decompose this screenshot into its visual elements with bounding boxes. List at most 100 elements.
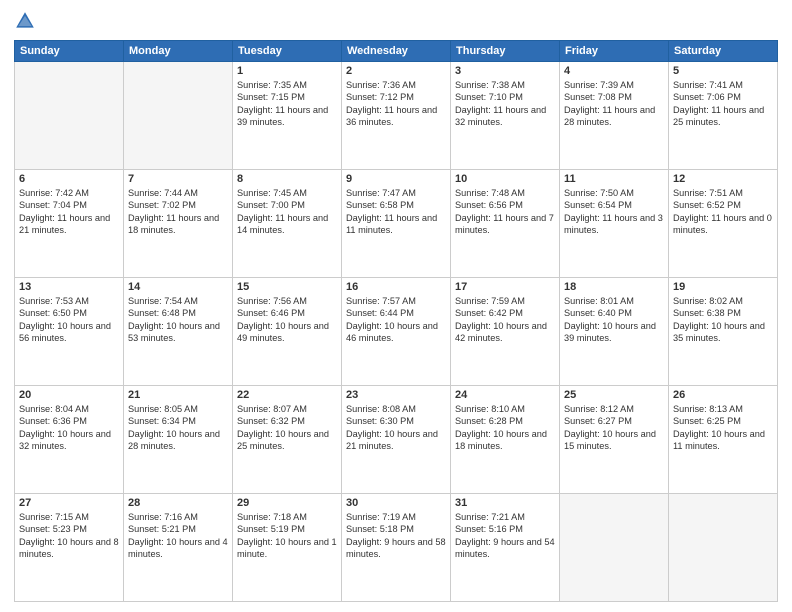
day-number: 23 <box>346 389 446 401</box>
day-info: Sunrise: 8:12 AMSunset: 6:27 PMDaylight:… <box>564 403 664 453</box>
calendar-cell: 16 Sunrise: 7:57 AMSunset: 6:44 PMDayligh… <box>342 278 451 386</box>
day-number: 12 <box>673 173 773 185</box>
header <box>14 10 778 32</box>
day-info: Sunrise: 8:10 AMSunset: 6:28 PMDaylight:… <box>455 403 555 453</box>
day-number: 28 <box>128 497 228 509</box>
day-number: 7 <box>128 173 228 185</box>
weekday-header-sunday: Sunday <box>15 41 124 62</box>
day-info: Sunrise: 7:39 AMSunset: 7:08 PMDaylight:… <box>564 79 664 129</box>
day-info: Sunrise: 7:53 AMSunset: 6:50 PMDaylight:… <box>19 295 119 345</box>
day-info: Sunrise: 7:44 AMSunset: 7:02 PMDaylight:… <box>128 187 228 237</box>
calendar-cell: 11 Sunrise: 7:50 AMSunset: 6:54 PMDayligh… <box>560 170 669 278</box>
calendar-cell: 31 Sunrise: 7:21 AMSunset: 5:16 PMDayligh… <box>451 494 560 602</box>
calendar-cell: 17Sunrise: 7:59 AMSunset: 6:42 PMDayligh… <box>451 278 560 386</box>
calendar-cell: 1 Sunrise: 7:35 AMSunset: 7:15 PMDaylight… <box>233 62 342 170</box>
day-number: 8 <box>237 173 337 185</box>
calendar-cell: 6 Sunrise: 7:42 AMSunset: 7:04 PMDaylight… <box>15 170 124 278</box>
day-number: 18 <box>564 281 664 293</box>
day-info: Sunrise: 7:59 AMSunset: 6:42 PMDaylight:… <box>455 295 555 345</box>
week-row-3: 13 Sunrise: 7:53 AMSunset: 6:50 PMDayligh… <box>15 278 778 386</box>
calendar-cell: 25 Sunrise: 8:12 AMSunset: 6:27 PMDayligh… <box>560 386 669 494</box>
calendar-cell <box>560 494 669 602</box>
week-row-5: 27 Sunrise: 7:15 AMSunset: 5:23 PMDayligh… <box>15 494 778 602</box>
calendar-cell: 28 Sunrise: 7:16 AMSunset: 5:21 PMDayligh… <box>124 494 233 602</box>
day-info: Sunrise: 7:38 AMSunset: 7:10 PMDaylight:… <box>455 79 555 129</box>
day-number: 10 <box>455 173 555 185</box>
calendar-cell: 27 Sunrise: 7:15 AMSunset: 5:23 PMDayligh… <box>15 494 124 602</box>
day-info: Sunrise: 7:19 AMSunset: 5:18 PMDaylight:… <box>346 511 446 561</box>
logo-icon <box>14 10 36 32</box>
day-number: 2 <box>346 65 446 77</box>
calendar-cell: 10 Sunrise: 7:48 AMSunset: 6:56 PMDayligh… <box>451 170 560 278</box>
day-number: 20 <box>19 389 119 401</box>
day-info: Sunrise: 7:54 AMSunset: 6:48 PMDaylight:… <box>128 295 228 345</box>
day-number: 27 <box>19 497 119 509</box>
day-info: Sunrise: 7:41 AMSunset: 7:06 PMDaylight:… <box>673 79 773 129</box>
calendar-cell: 21 Sunrise: 8:05 AMSunset: 6:34 PMDayligh… <box>124 386 233 494</box>
calendar-cell: 5 Sunrise: 7:41 AMSunset: 7:06 PMDaylight… <box>669 62 778 170</box>
calendar-cell: 12Sunrise: 7:51 AMSunset: 6:52 PMDayligh… <box>669 170 778 278</box>
day-number: 22 <box>237 389 337 401</box>
week-row-1: 1 Sunrise: 7:35 AMSunset: 7:15 PMDaylight… <box>15 62 778 170</box>
day-number: 4 <box>564 65 664 77</box>
day-info: Sunrise: 8:01 AMSunset: 6:40 PMDaylight:… <box>564 295 664 345</box>
calendar-cell: 3Sunrise: 7:38 AMSunset: 7:10 PMDaylight… <box>451 62 560 170</box>
day-number: 21 <box>128 389 228 401</box>
weekday-header-monday: Monday <box>124 41 233 62</box>
day-number: 30 <box>346 497 446 509</box>
day-info: Sunrise: 7:35 AMSunset: 7:15 PMDaylight:… <box>237 79 337 129</box>
day-number: 13 <box>19 281 119 293</box>
weekday-header-saturday: Saturday <box>669 41 778 62</box>
calendar-cell: 9 Sunrise: 7:47 AMSunset: 6:58 PMDaylight… <box>342 170 451 278</box>
day-info: Sunrise: 7:47 AMSunset: 6:58 PMDaylight:… <box>346 187 446 237</box>
day-number: 26 <box>673 389 773 401</box>
day-info: Sunrise: 7:15 AMSunset: 5:23 PMDaylight:… <box>19 511 119 561</box>
day-info: Sunrise: 7:56 AMSunset: 6:46 PMDaylight:… <box>237 295 337 345</box>
day-number: 16 <box>346 281 446 293</box>
day-number: 9 <box>346 173 446 185</box>
day-info: Sunrise: 8:08 AMSunset: 6:30 PMDaylight:… <box>346 403 446 453</box>
week-row-4: 20 Sunrise: 8:04 AMSunset: 6:36 PMDayligh… <box>15 386 778 494</box>
day-info: Sunrise: 7:50 AMSunset: 6:54 PMDaylight:… <box>564 187 664 237</box>
calendar-cell <box>669 494 778 602</box>
day-number: 31 <box>455 497 555 509</box>
calendar-cell: 13 Sunrise: 7:53 AMSunset: 6:50 PMDayligh… <box>15 278 124 386</box>
calendar-cell: 22 Sunrise: 8:07 AMSunset: 6:32 PMDayligh… <box>233 386 342 494</box>
day-number: 5 <box>673 65 773 77</box>
day-info: Sunrise: 7:21 AMSunset: 5:16 PMDaylight:… <box>455 511 555 561</box>
calendar-cell: 23 Sunrise: 8:08 AMSunset: 6:30 PMDayligh… <box>342 386 451 494</box>
calendar-cell <box>124 62 233 170</box>
day-info: Sunrise: 7:16 AMSunset: 5:21 PMDaylight:… <box>128 511 228 561</box>
day-info: Sunrise: 7:48 AMSunset: 6:56 PMDaylight:… <box>455 187 555 237</box>
day-info: Sunrise: 8:05 AMSunset: 6:34 PMDaylight:… <box>128 403 228 453</box>
calendar-cell: 18 Sunrise: 8:01 AMSunset: 6:40 PMDayligh… <box>560 278 669 386</box>
calendar-cell: 14 Sunrise: 7:54 AMSunset: 6:48 PMDayligh… <box>124 278 233 386</box>
day-number: 15 <box>237 281 337 293</box>
day-info: Sunrise: 7:57 AMSunset: 6:44 PMDaylight:… <box>346 295 446 345</box>
calendar-cell: 26 Sunrise: 8:13 AMSunset: 6:25 PMDayligh… <box>669 386 778 494</box>
day-info: Sunrise: 8:13 AMSunset: 6:25 PMDaylight:… <box>673 403 773 453</box>
calendar-cell: 24 Sunrise: 8:10 AMSunset: 6:28 PMDayligh… <box>451 386 560 494</box>
day-number: 6 <box>19 173 119 185</box>
day-number: 1 <box>237 65 337 77</box>
day-number: 29 <box>237 497 337 509</box>
day-number: 14 <box>128 281 228 293</box>
weekday-header-tuesday: Tuesday <box>233 41 342 62</box>
day-info: Sunrise: 7:42 AMSunset: 7:04 PMDaylight:… <box>19 187 119 237</box>
calendar-cell: 15 Sunrise: 7:56 AMSunset: 6:46 PMDayligh… <box>233 278 342 386</box>
calendar-cell: 19Sunrise: 8:02 AMSunset: 6:38 PMDayligh… <box>669 278 778 386</box>
day-info: Sunrise: 8:07 AMSunset: 6:32 PMDaylight:… <box>237 403 337 453</box>
day-number: 24 <box>455 389 555 401</box>
weekday-header-row: SundayMondayTuesdayWednesdayThursdayFrid… <box>15 41 778 62</box>
day-info: Sunrise: 7:36 AMSunset: 7:12 PMDaylight:… <box>346 79 446 129</box>
day-info: Sunrise: 7:18 AMSunset: 5:19 PMDaylight:… <box>237 511 337 561</box>
calendar-cell: 30 Sunrise: 7:19 AMSunset: 5:18 PMDayligh… <box>342 494 451 602</box>
day-info: Sunrise: 8:02 AMSunset: 6:38 PMDaylight:… <box>673 295 773 345</box>
calendar-cell: 2 Sunrise: 7:36 AMSunset: 7:12 PMDaylight… <box>342 62 451 170</box>
day-number: 25 <box>564 389 664 401</box>
day-number: 11 <box>564 173 664 185</box>
weekday-header-wednesday: Wednesday <box>342 41 451 62</box>
calendar-cell: 20 Sunrise: 8:04 AMSunset: 6:36 PMDayligh… <box>15 386 124 494</box>
calendar-cell: 8Sunrise: 7:45 AMSunset: 7:00 PMDaylight… <box>233 170 342 278</box>
day-info: Sunrise: 8:04 AMSunset: 6:36 PMDaylight:… <box>19 403 119 453</box>
